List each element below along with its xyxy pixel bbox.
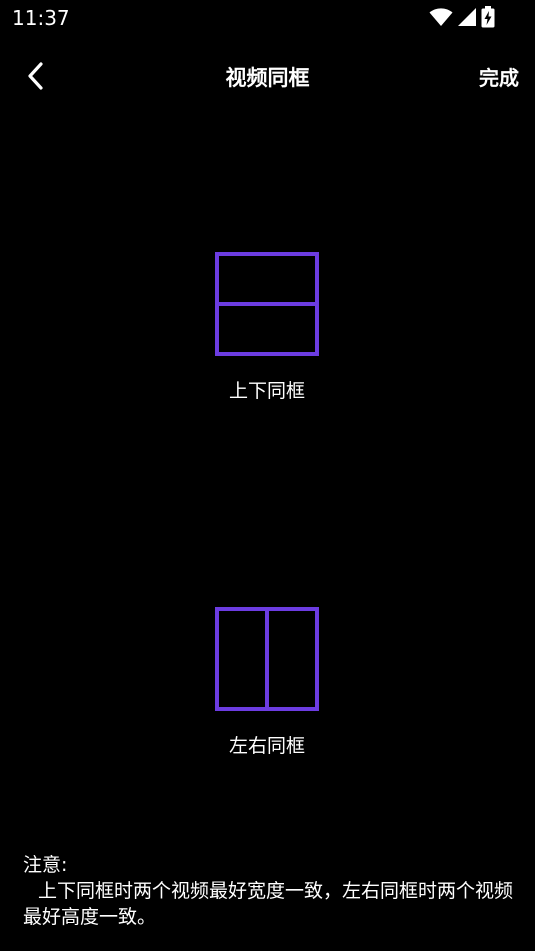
- option-label-top-bottom: 上下同框: [228, 380, 305, 402]
- note-title: 注意:: [23, 854, 68, 876]
- split-top-bottom-icon: [215, 252, 319, 356]
- note-body: 上下同框时两个视频最好宽度一致，左右同框时两个视频最好高度一致。: [23, 880, 514, 928]
- status-time: 11:37: [12, 6, 70, 30]
- option-label-left-right: 左右同框: [228, 735, 305, 757]
- option-top-bottom[interactable]: 上下同框: [167, 252, 367, 404]
- split-left-right-icon: [215, 607, 319, 711]
- battery-charging-icon: [481, 6, 495, 28]
- signal-icon: [457, 7, 477, 27]
- page-title: 视频同框: [225, 66, 310, 90]
- app-bar: 视频同框 完成: [0, 52, 535, 104]
- status-bar: 11:37: [0, 0, 535, 38]
- option-left-right[interactable]: 左右同框: [167, 607, 367, 759]
- note: 注意: 上下同框时两个视频最好宽度一致，左右同框时两个视频最好高度一致。: [23, 852, 513, 930]
- status-icons: [429, 6, 495, 28]
- wifi-icon: [429, 7, 453, 27]
- done-button[interactable]: 完成: [479, 64, 519, 92]
